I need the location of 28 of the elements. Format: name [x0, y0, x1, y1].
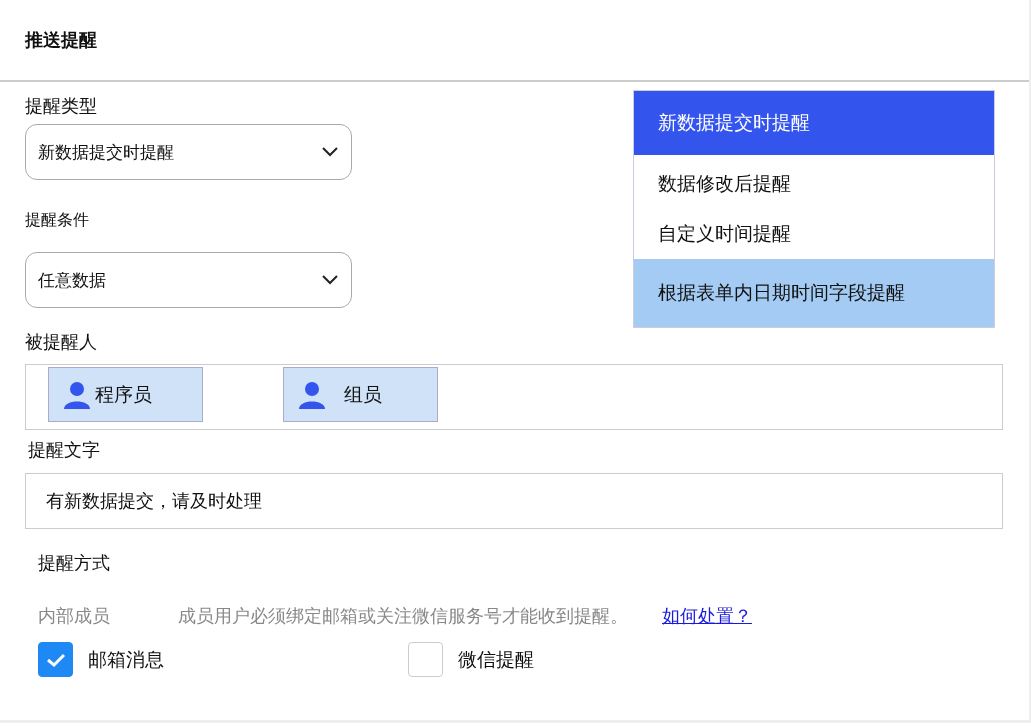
menu-option[interactable]: 数据修改后提醒: [634, 159, 994, 209]
group-label: 内部成员: [38, 604, 111, 628]
checkbox-label: 微信提醒: [458, 646, 534, 672]
menu-option[interactable]: 自定义时间提醒: [634, 209, 994, 259]
recipient-tag[interactable]: 组员: [283, 367, 438, 422]
recipient-tag[interactable]: 程序员: [48, 367, 203, 422]
person-icon: [298, 380, 326, 409]
field-label: 提醒类型: [25, 94, 98, 118]
chevron-down-icon: [321, 146, 339, 158]
reminder-type-select[interactable]: 新数据提交时提醒: [25, 124, 352, 180]
menu-option[interactable]: 根据表单内日期时间字段提醒: [634, 259, 994, 327]
reminder-condition-select[interactable]: 任意数据: [25, 252, 352, 308]
reminder-text-field[interactable]: 有新数据提交，请及时处理: [25, 473, 1003, 529]
hint-text: 成员用户必须绑定邮箱或关注微信服务号才能收到提醒。: [178, 604, 628, 628]
checkmark-icon: [45, 651, 66, 668]
checkbox[interactable]: [408, 642, 443, 677]
checkbox-label: 邮箱消息: [88, 646, 164, 672]
person-icon: [63, 380, 91, 409]
help-link[interactable]: 如何处置？: [662, 604, 752, 628]
field-label: 提醒文字: [27, 438, 101, 462]
recipients-field[interactable]: 程序员 组员: [25, 364, 1003, 430]
menu-option[interactable]: 新数据提交时提醒: [634, 91, 994, 155]
field-label: 被提醒人: [25, 330, 98, 354]
field-label: 提醒条件: [25, 209, 90, 231]
checkbox[interactable]: [38, 642, 73, 677]
page-title: 推送提醒: [25, 28, 97, 52]
chevron-down-icon: [321, 274, 339, 286]
section-label: 提醒方式: [38, 551, 111, 575]
